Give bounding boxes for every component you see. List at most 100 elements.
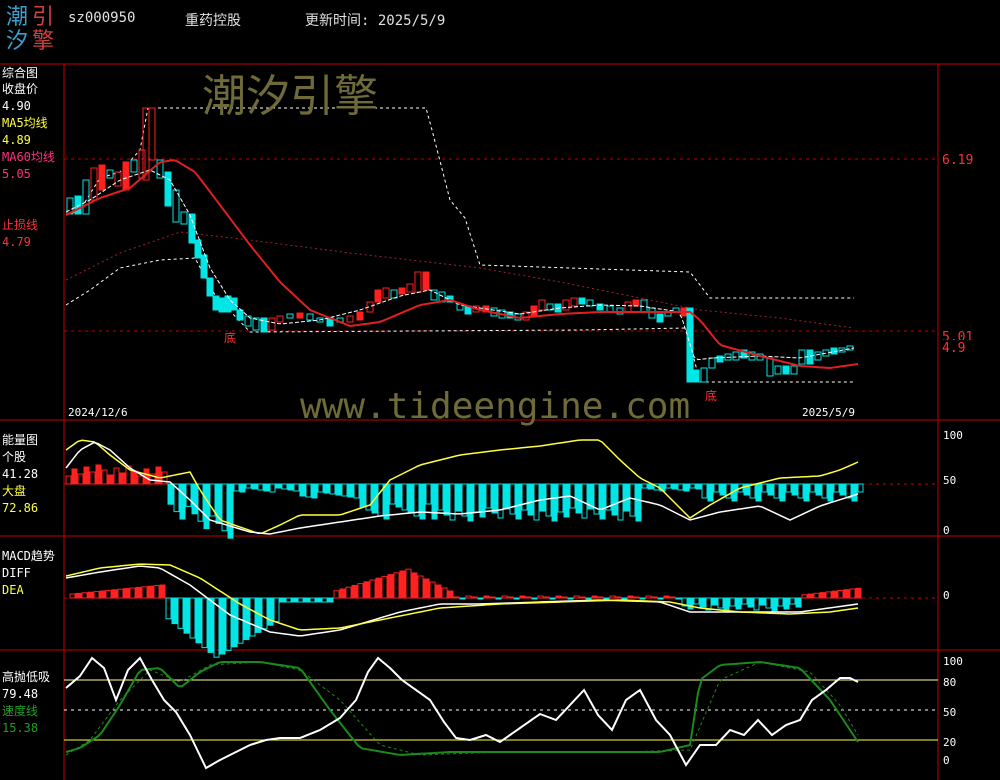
macd-bar [315, 597, 322, 603]
candle [422, 271, 430, 291]
ma5-value: 4.89 [2, 133, 31, 147]
macd-bar [129, 587, 136, 599]
macd-bar [261, 597, 268, 630]
macd-bar [165, 597, 172, 620]
macd-bar [147, 585, 154, 599]
watermark-url: www.tideengine.com [300, 386, 691, 427]
macd-tick: 0 [943, 589, 950, 602]
energy-bar [761, 483, 768, 493]
macd-bar [111, 589, 118, 599]
macd-bar [387, 574, 394, 599]
macd-bar [621, 597, 628, 600]
energy-bar [833, 483, 840, 493]
energy-bar [749, 483, 756, 499]
energy-bar [353, 483, 360, 499]
candle [382, 287, 390, 299]
macd-bar [435, 584, 442, 599]
energy-bar [311, 483, 318, 499]
macd-bar [753, 597, 760, 611]
energy-bar [419, 483, 426, 520]
energy-bar [359, 483, 366, 508]
macd-bar [243, 597, 250, 641]
macd-bar [735, 597, 742, 610]
candle [138, 149, 146, 179]
energy-bar [395, 483, 402, 508]
energy-tick: 50 [943, 474, 957, 487]
macd-bar [93, 591, 100, 599]
energy-bar [677, 483, 684, 491]
candle [624, 301, 632, 313]
energy-bar [851, 483, 858, 502]
macd-bar [855, 587, 862, 599]
macd-bar [273, 597, 280, 623]
macd-bar [447, 590, 454, 599]
tide-tick: 100 [943, 655, 963, 668]
candle [296, 312, 304, 319]
close-label: 收盘价 [2, 82, 39, 96]
candle [732, 351, 740, 361]
energy-bar [413, 483, 420, 517]
energy-bar [683, 483, 690, 492]
macd-bar [663, 595, 670, 599]
energy-bar [269, 483, 276, 493]
macd-bar [747, 597, 754, 608]
candle [406, 283, 414, 293]
candle [570, 297, 578, 307]
candle [236, 309, 244, 321]
macd-bar [495, 597, 502, 600]
macd-bar [807, 593, 814, 599]
macd-bar [531, 597, 538, 600]
macd-bar [363, 581, 370, 599]
bottom-mark: 底 [705, 389, 718, 403]
macd-bar [597, 596, 604, 599]
energy-bar [635, 483, 642, 522]
macd-bar [357, 583, 364, 599]
energy-bar [779, 483, 786, 502]
energy-bar [83, 466, 90, 485]
macd-bar [381, 575, 388, 599]
macd-bar [207, 597, 214, 653]
candle [356, 311, 364, 321]
candle [656, 313, 664, 323]
energy-bar [89, 471, 96, 485]
candle [774, 365, 782, 375]
macd-bar [783, 597, 790, 610]
energy-bar [767, 483, 774, 496]
candle [782, 365, 790, 375]
macd-bar [489, 596, 496, 599]
candle [286, 313, 294, 319]
macd-bar [591, 595, 598, 599]
macd-bar [615, 596, 622, 599]
candle [98, 164, 106, 191]
macd-bar [411, 572, 418, 599]
macd-bar [543, 596, 550, 599]
energy-bar [227, 483, 234, 539]
macd-bar [561, 596, 568, 599]
market-value: 72.86 [2, 501, 39, 515]
energy-bar [641, 483, 648, 489]
energy-bar [251, 483, 258, 490]
energy-bar [791, 483, 798, 496]
macd-bar [741, 597, 748, 605]
energy-bar [527, 483, 534, 516]
bottom-mark: 底 [224, 331, 237, 345]
macd-bar [519, 595, 526, 599]
energy-bar [497, 483, 504, 519]
energy-bar [671, 483, 678, 490]
macd-bar [345, 586, 352, 599]
macd-bar [585, 597, 592, 600]
macd-bar [321, 597, 328, 603]
price-tick: 5.01 [942, 330, 974, 340]
energy-bar [581, 483, 588, 519]
speed-line [65, 661, 859, 756]
candle [122, 161, 130, 191]
macd-bar [699, 597, 706, 608]
macd-bar [759, 597, 766, 606]
energy-bar [185, 483, 192, 507]
energy-bar [167, 483, 174, 505]
candle [90, 167, 98, 201]
panel-title-tide: 高抛低吸 [2, 670, 51, 684]
energy-bar [461, 483, 468, 517]
energy-bar [431, 483, 438, 520]
macd-bar [477, 597, 484, 600]
